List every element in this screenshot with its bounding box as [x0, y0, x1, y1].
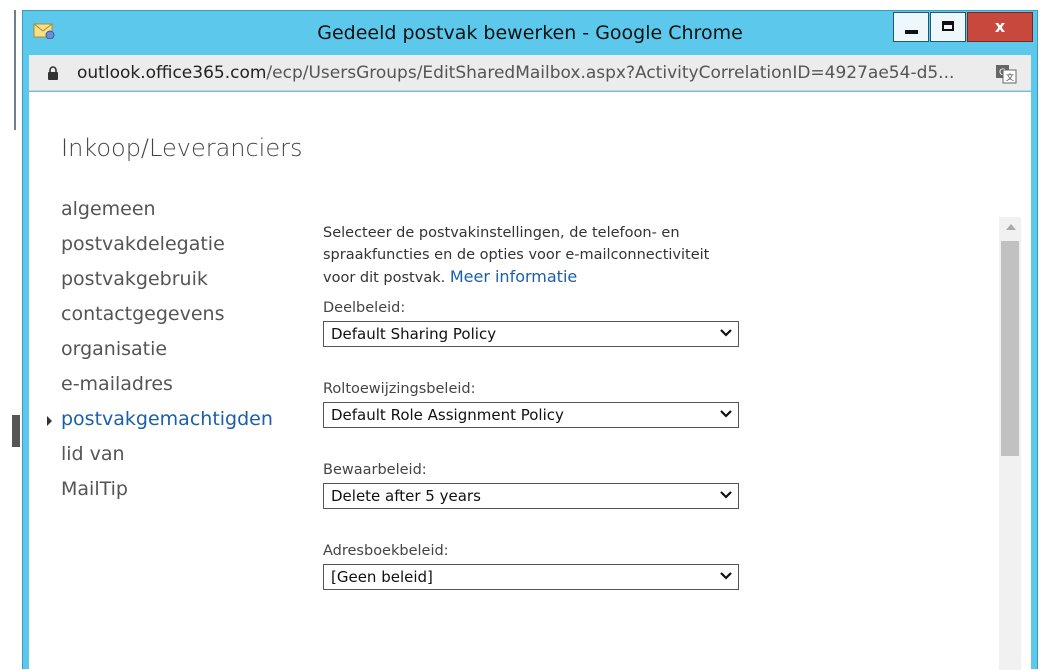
nav-item-label: organisatie	[61, 338, 168, 360]
intro-line: spraakfuncties en de opties voor e-mailc…	[323, 247, 710, 263]
svg-text:文: 文	[1006, 72, 1014, 82]
nav-item-organisatie[interactable]: organisatie	[61, 338, 273, 373]
nav-item-mailtip[interactable]: MailTip	[61, 478, 273, 513]
select-value: [Geen beleid]	[331, 568, 433, 586]
nav-item-lid-van[interactable]: lid van	[61, 443, 273, 478]
field-role-assignment-policy: Roltoewijzingsbeleid: Default Role Assig…	[323, 381, 743, 428]
window-title: Gedeeld postvak bewerken - Google Chrome	[317, 22, 743, 44]
minimize-button[interactable]	[893, 12, 929, 42]
more-info-link[interactable]: Meer informatie	[450, 267, 577, 286]
chevron-down-icon	[720, 491, 732, 499]
field-label: Deelbeleid:	[323, 300, 406, 316]
role-assignment-policy-select[interactable]: Default Role Assignment Policy	[323, 402, 739, 428]
chrome-popup-window: Gedeeld postvak bewerken - Google Chrome…	[22, 10, 1038, 670]
nav-item-label: MailTip	[61, 478, 128, 500]
close-icon: x	[994, 17, 1006, 36]
nav-item-label: algemeen	[61, 198, 156, 220]
address-book-policy-select[interactable]: [Geen beleid]	[323, 564, 739, 590]
field-address-book-policy: Adresboekbeleid: [Geen beleid]	[323, 543, 743, 590]
address-bar[interactable]: outlook.office365.com/ecp/UsersGroups/Ed…	[29, 55, 1031, 91]
sharing-policy-select[interactable]: Default Sharing Policy	[323, 321, 739, 347]
maximize-icon	[942, 21, 954, 31]
nav-item-postvakdelegatie[interactable]: postvakdelegatie	[61, 233, 273, 268]
lock-icon	[48, 66, 58, 80]
intro-line: voor dit postvak.	[323, 270, 446, 286]
url-text[interactable]: outlook.office365.com/ecp/UsersGroups/Ed…	[77, 63, 954, 83]
close-button[interactable]: x	[967, 12, 1033, 42]
select-value: Default Sharing Policy	[331, 325, 497, 343]
select-value: Default Role Assignment Policy	[331, 406, 564, 424]
scroll-thumb[interactable]	[1001, 241, 1019, 456]
page-content: Inkoop/Leveranciers algemeen postvakdele…	[29, 92, 1031, 670]
page-title: Inkoop/Leveranciers	[61, 134, 303, 162]
title-bar[interactable]: Gedeeld postvak bewerken - Google Chrome…	[23, 11, 1037, 55]
translate-icon[interactable]: G 文	[995, 64, 1017, 84]
minimize-icon	[905, 30, 918, 34]
retention-policy-select[interactable]: Delete after 5 years	[323, 483, 739, 509]
selected-caret-icon	[47, 416, 52, 426]
vertical-scrollbar[interactable]	[999, 217, 1021, 670]
url-path: /ecp/UsersGroups/EditSharedMailbox.aspx?…	[266, 63, 955, 83]
field-label: Roltoewijzingsbeleid:	[323, 381, 476, 397]
nav-item-label: e-mailadres	[61, 373, 173, 395]
scroll-up-arrow-icon[interactable]	[1006, 224, 1016, 230]
settings-nav: algemeen postvakdelegatie postvakgebruik…	[47, 198, 273, 513]
settings-panel: Selecteer de postvakinstellingen, de tel…	[323, 222, 743, 590]
url-host: outlook.office365.com	[77, 63, 267, 83]
intro-line-with-link: voor dit postvak. Meer informatie	[323, 266, 743, 289]
nav-item-contactgegevens[interactable]: contactgegevens	[61, 303, 273, 338]
desktop-background-top	[22, 0, 1048, 10]
desktop-edge-marker	[12, 415, 20, 447]
chevron-down-icon	[720, 410, 732, 418]
desktop-background	[0, 0, 22, 669]
nav-item-label: lid van	[61, 443, 125, 465]
intro-line: Selecteer de postvakinstellingen, de tel…	[323, 225, 680, 241]
desktop-edge-line	[14, 10, 16, 130]
maximize-button[interactable]	[930, 12, 966, 42]
intro-text: Selecteer de postvakinstellingen, de tel…	[323, 222, 743, 289]
nav-item-postvakgebruik[interactable]: postvakgebruik	[61, 268, 273, 303]
nav-item-label: contactgegevens	[61, 303, 225, 325]
chevron-down-icon	[720, 572, 732, 580]
chevron-down-icon	[720, 329, 732, 337]
nav-item-label: postvakgebruik	[61, 268, 208, 290]
field-sharing-policy: Deelbeleid: Default Sharing Policy	[323, 300, 743, 347]
nav-item-e-mailadres[interactable]: e-mailadres	[61, 373, 273, 408]
nav-item-label: postvakdelegatie	[61, 233, 225, 255]
select-value: Delete after 5 years	[331, 487, 481, 505]
nav-item-postvakgemachtigden[interactable]: postvakgemachtigden	[47, 408, 273, 443]
field-label: Adresboekbeleid:	[323, 543, 449, 559]
field-label: Bewaarbeleid:	[323, 462, 427, 478]
nav-item-algemeen[interactable]: algemeen	[61, 198, 273, 233]
field-retention-policy: Bewaarbeleid: Delete after 5 years	[323, 462, 743, 509]
nav-item-label: postvakgemachtigden	[61, 408, 273, 430]
